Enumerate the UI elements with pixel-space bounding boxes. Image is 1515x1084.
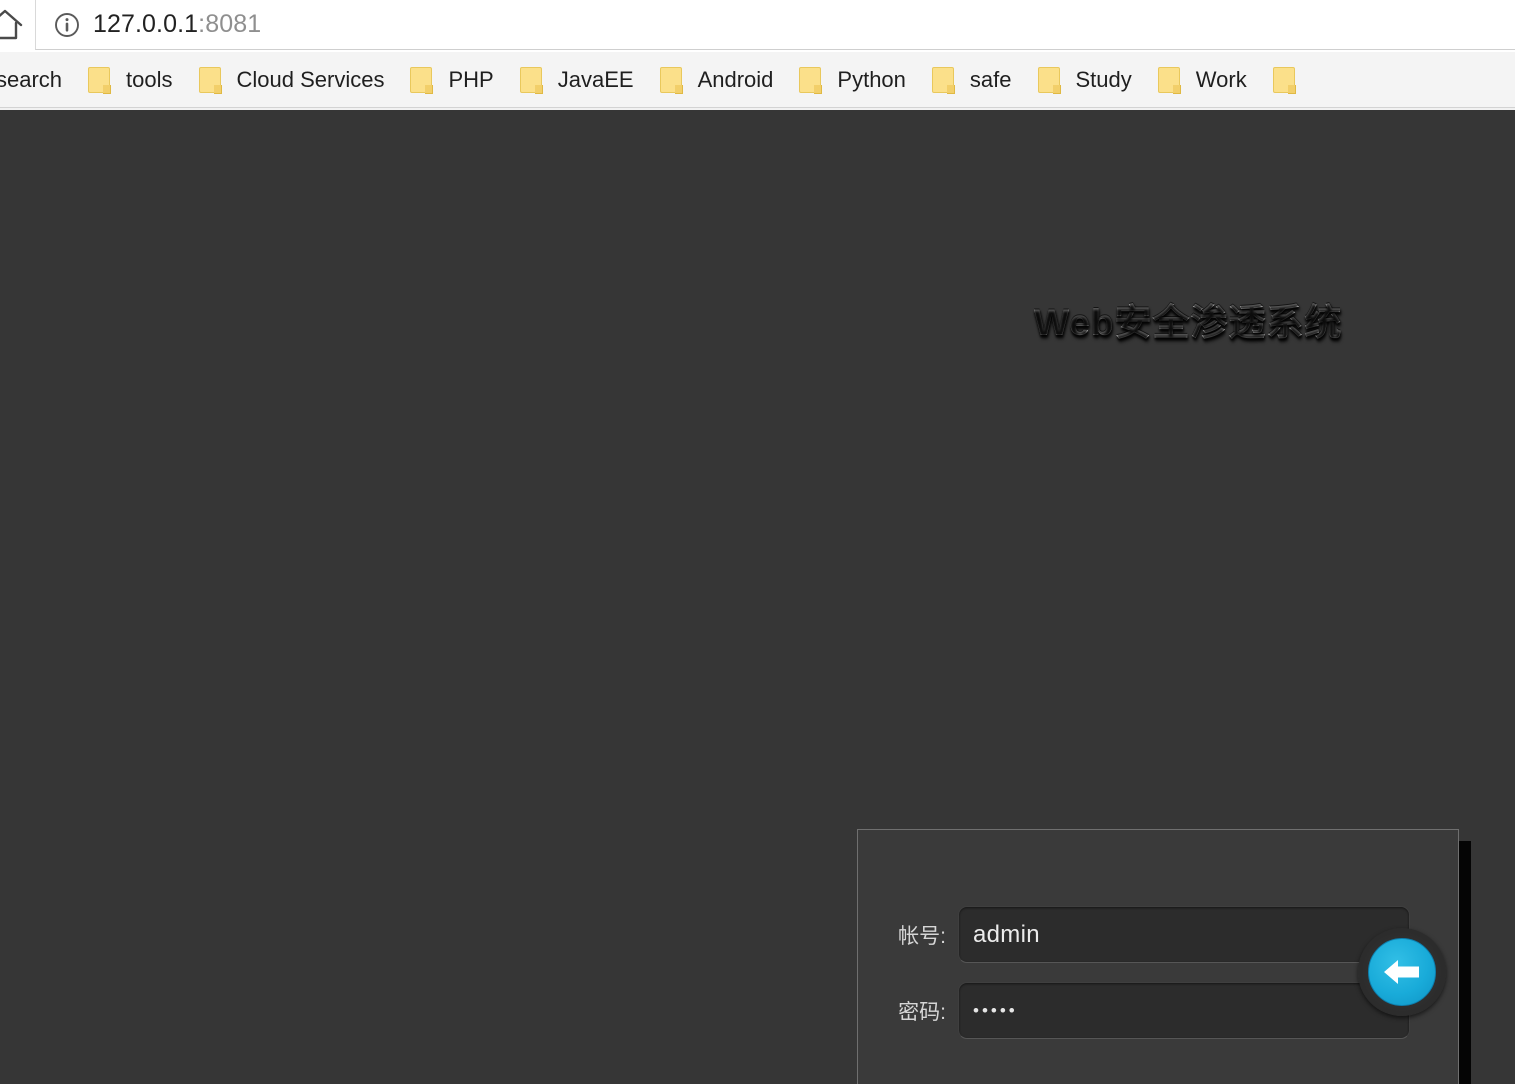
bookmark-item[interactable]: JavaEE <box>504 60 644 100</box>
password-label: 密码: <box>898 1000 946 1024</box>
bookmark-item[interactable]: Python <box>783 60 916 100</box>
bookmark-label: Work <box>1195 66 1247 92</box>
folder-icon <box>1037 66 1061 94</box>
url-host-text: 127.0.0.1 <box>93 10 199 38</box>
bookmark-label: tools <box>126 66 173 92</box>
bookmark-label: safe <box>969 66 1012 92</box>
password-input[interactable]: ••••• <box>958 982 1410 1039</box>
submit-button-disc <box>1368 938 1436 1006</box>
bookmark-item[interactable]: tools <box>72 60 182 100</box>
bookmark-item[interactable]: Work <box>1142 60 1257 100</box>
account-row: 帐号: admin <box>886 906 1410 963</box>
folder-icon <box>1157 66 1181 94</box>
bookmark-item[interactable] <box>1257 60 1309 100</box>
folder-icon <box>519 66 543 94</box>
bookmark-item[interactable]: Cloud Services <box>183 60 395 100</box>
folder-icon <box>1272 66 1296 94</box>
folder-icon <box>410 66 434 94</box>
folder-icon <box>931 66 955 94</box>
bookmarks-bar[interactable]: search tools Cloud Services PHP JavaEE Androi… <box>0 52 1515 108</box>
password-value: ••••• <box>973 1000 1018 1020</box>
info-icon[interactable] <box>52 10 82 40</box>
bookmark-label: Cloud Services <box>236 66 385 92</box>
bookmark-label: Android <box>697 66 774 92</box>
bookmark-item[interactable]: Study <box>1022 60 1142 100</box>
bookmark-label: Study <box>1075 66 1132 92</box>
url-port-text: :8081 <box>198 10 262 38</box>
url-bar-row: 127.0.0.1:8081 <box>0 0 1515 52</box>
login-submit-button[interactable] <box>1358 928 1446 1016</box>
bookmark-label: Python <box>837 66 906 92</box>
bookmark-item[interactable]: safe <box>916 60 1022 100</box>
page-title: Web安全渗透系统 <box>1034 292 1342 346</box>
bookmark-item[interactable]: Android <box>644 60 784 100</box>
folder-icon <box>799 66 823 94</box>
page-content: Web安全渗透系统 帐号: admin 密码: ••••• <box>0 110 1515 1084</box>
browser-chrome: 127.0.0.1:8081 search tools Cloud Services… <box>0 0 1515 110</box>
account-label: 帐号: <box>898 924 946 948</box>
home-icon[interactable] <box>0 4 24 46</box>
bookmark-label: JavaEE <box>557 66 634 92</box>
folder-icon <box>659 66 683 94</box>
account-value: admin <box>973 920 1040 948</box>
bookmark-label: PHP <box>448 66 494 92</box>
url-input[interactable]: 127.0.0.1:8081 <box>35 0 1515 50</box>
folder-icon <box>198 66 222 94</box>
folder-icon <box>88 66 112 94</box>
bookmark-item[interactable]: search <box>0 60 72 100</box>
arrow-left-icon <box>1381 955 1423 989</box>
password-row: 密码: ••••• <box>886 982 1410 1039</box>
bookmark-label: search <box>0 66 63 92</box>
account-input[interactable]: admin <box>958 906 1410 963</box>
bookmark-item[interactable]: PHP <box>394 60 503 100</box>
